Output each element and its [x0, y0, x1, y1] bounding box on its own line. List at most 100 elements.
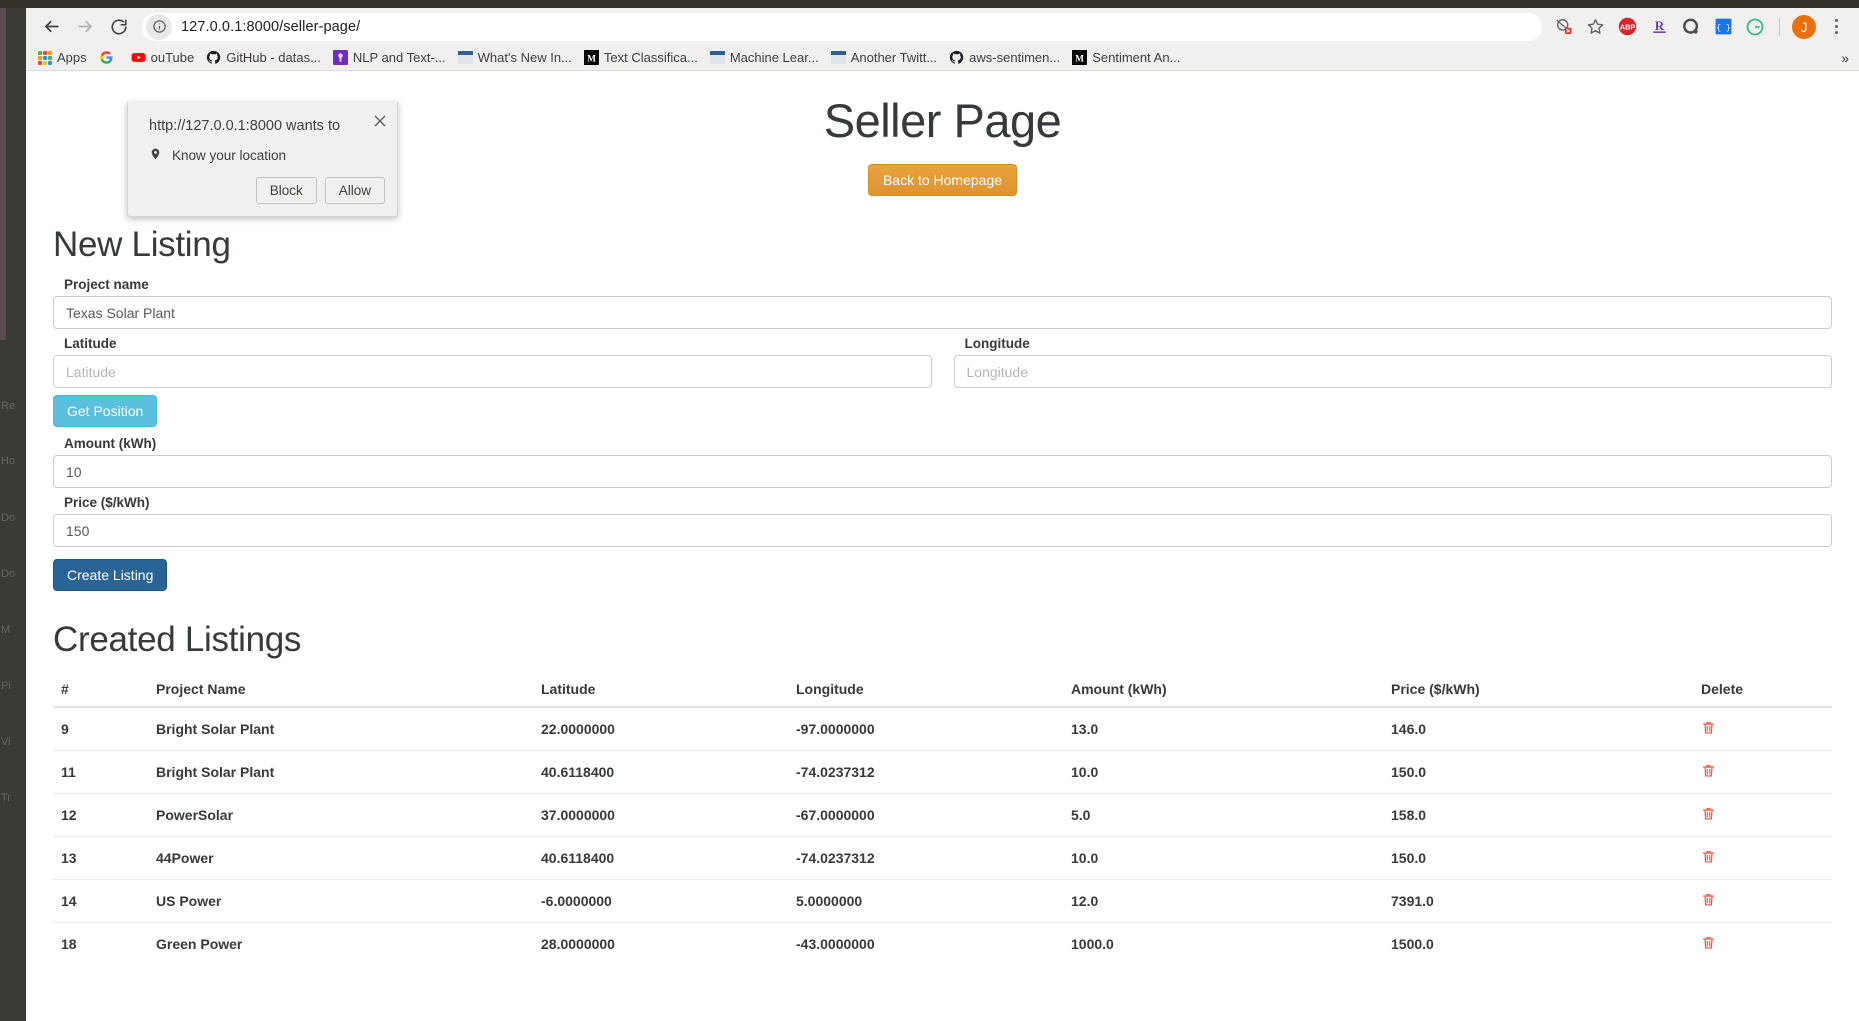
price-input[interactable]: [53, 514, 1832, 547]
doc-icon: [830, 51, 846, 64]
main-container: New Listing Project name Latitude Longit…: [26, 225, 1859, 965]
bookmarks-overflow-icon[interactable]: »: [1841, 50, 1853, 66]
url-text: 127.0.0.1:8000/seller-page/: [181, 18, 361, 35]
bookmark-youtube[interactable]: ouTube: [125, 48, 201, 67]
bookmark-label: Another Twitt...: [850, 50, 938, 65]
google-icon: [99, 51, 113, 64]
site-info-icon[interactable]: [146, 13, 172, 40]
quora-icon[interactable]: [1676, 12, 1706, 42]
grammarly-icon[interactable]: [1740, 12, 1770, 42]
listing-price: 7391.0: [1383, 879, 1693, 923]
get-position-button[interactable]: Get Position: [53, 395, 158, 427]
listing-latitude: 37.0000000: [533, 793, 788, 837]
trash-icon[interactable]: [1701, 934, 1716, 954]
listing-price: 1500.0: [1383, 922, 1693, 965]
allow-button[interactable]: Allow: [324, 177, 385, 204]
listings-table-body: 9 Bright Solar Plant 22.0000000 -97.0000000…: [53, 706, 1832, 965]
delete-cell: [1693, 879, 1832, 923]
table-header-row: # Project Name Latitude Longitude Amount…: [53, 672, 1832, 708]
reload-icon[interactable]: [102, 10, 136, 44]
medium-m-icon: M: [583, 50, 599, 65]
dock-label-tr: Tr: [1, 792, 11, 804]
bookmark-label: GitHub - datas...: [226, 50, 321, 65]
bookmark-sentiment-an[interactable]: M Sentiment An...: [1066, 48, 1186, 67]
project-name-label: Project name: [64, 277, 149, 292]
json-viewer-icon[interactable]: { }: [1708, 12, 1738, 42]
latitude-input[interactable]: [53, 355, 932, 388]
bookmark-aws-sentimen[interactable]: aws-sentimen...: [943, 48, 1066, 67]
longitude-label: Longitude: [964, 336, 1030, 351]
bookmark-label: Machine Lear...: [729, 50, 819, 65]
listing-latitude: 28.0000000: [533, 922, 788, 965]
dock-window-edge: [0, 0, 6, 340]
trash-icon[interactable]: [1701, 891, 1716, 911]
dock-label-pi: Pi: [1, 680, 11, 692]
amount-label: Amount (kWh): [64, 436, 157, 451]
toolbar-divider: [1779, 17, 1780, 36]
back-arrow-icon[interactable]: [34, 10, 68, 44]
back-to-homepage-button[interactable]: Back to Homepage: [867, 164, 1018, 196]
rstudio-icon[interactable]: R: [1644, 12, 1674, 42]
column-header-amount: Amount (kWh): [1063, 672, 1383, 708]
listing-name: Bright Solar Plant: [148, 706, 533, 751]
geolocation-blocked-icon[interactable]: [1548, 12, 1578, 42]
trash-icon[interactable]: [1701, 719, 1716, 739]
bookmark-text-classifica[interactable]: M Text Classifica...: [578, 48, 704, 67]
listing-name: Bright Solar Plant: [148, 750, 533, 794]
listing-id: 18: [53, 922, 148, 965]
close-icon[interactable]: [371, 112, 389, 130]
bookmark-another-twitt[interactable]: Another Twitt...: [825, 48, 943, 67]
listing-longitude: -74.0237312: [788, 836, 1063, 880]
listing-name: 44Power: [148, 836, 533, 880]
listing-price: 150.0: [1383, 836, 1693, 880]
bookmark-label: Text Classifica...: [603, 50, 698, 65]
table-row: 18 Green Power 28.0000000 -43.0000000 1000.0…: [53, 922, 1832, 965]
doc-icon: [457, 51, 473, 64]
bookmark-star-icon[interactable]: [1580, 12, 1610, 42]
permission-dialog-title: http://127.0.0.1:8000 wants to: [149, 118, 341, 134]
bookmarks-bar: Apps ouTube GitHub - datas... NLP and Te…: [26, 45, 1859, 71]
bookmark-label: Sentiment An...: [1092, 50, 1181, 65]
address-bar[interactable]: 127.0.0.1:8000/seller-page/: [142, 12, 1542, 41]
chrome-menu-icon[interactable]: [1821, 12, 1851, 42]
table-row: 11 Bright Solar Plant 40.6118400 -74.023731…: [53, 750, 1832, 794]
bookmark-nlp-and-text[interactable]: NLP and Text-...: [327, 48, 452, 67]
column-header-name: Project Name: [148, 672, 533, 708]
listing-amount: 13.0: [1063, 706, 1383, 751]
geolocation-permission-dialog[interactable]: http://127.0.0.1:8000 wants to Know your…: [127, 102, 398, 217]
bookmark-google[interactable]: [93, 48, 125, 67]
forward-arrow-icon[interactable]: [68, 10, 102, 44]
svg-text:M: M: [587, 54, 596, 64]
bookmark-github-datas[interactable]: GitHub - datas...: [200, 48, 327, 67]
bookmark-machine-lear[interactable]: Machine Lear...: [704, 48, 825, 67]
project-name-input[interactable]: [53, 296, 1832, 329]
trash-icon[interactable]: [1701, 805, 1716, 825]
dock-label-m: M: [1, 624, 11, 636]
doc-icon: [709, 51, 725, 64]
listing-amount: 1000.0: [1063, 922, 1383, 965]
permission-text: Know your location: [172, 148, 287, 164]
browser-toolbar: 127.0.0.1:8000/seller-page/ ABP R { } J: [26, 8, 1859, 45]
amount-input[interactable]: [53, 455, 1832, 488]
longitude-input[interactable]: [953, 355, 1832, 388]
bookmark-label: NLP and Text-...: [352, 50, 446, 65]
page-content: Seller Page Back to Homepage New Listing…: [26, 71, 1859, 1021]
bookmark-label: aws-sentimen...: [969, 50, 1061, 65]
medium-m-icon: M: [1072, 50, 1088, 65]
location-pin-icon: [149, 146, 162, 165]
window-titlebar: [0, 0, 1859, 8]
ubuntu-dock[interactable]: Re Ho Do Do M Pi Vi Tr: [0, 0, 26, 1021]
bookmark-whats-new-in[interactable]: What's New In...: [452, 48, 578, 67]
create-listing-button[interactable]: Create Listing: [53, 559, 168, 591]
listing-price: 150.0: [1383, 750, 1693, 794]
adblock-plus-icon[interactable]: ABP: [1612, 12, 1642, 42]
trash-icon[interactable]: [1701, 762, 1716, 782]
block-button[interactable]: Block: [255, 177, 317, 204]
listing-amount: 10.0: [1063, 750, 1383, 794]
trash-icon[interactable]: [1701, 848, 1716, 868]
listing-longitude: -43.0000000: [788, 922, 1063, 965]
bookmark-apps[interactable]: Apps: [32, 48, 93, 67]
github-icon: [950, 50, 964, 64]
delete-cell: [1693, 750, 1832, 794]
avatar[interactable]: J: [1789, 12, 1819, 42]
